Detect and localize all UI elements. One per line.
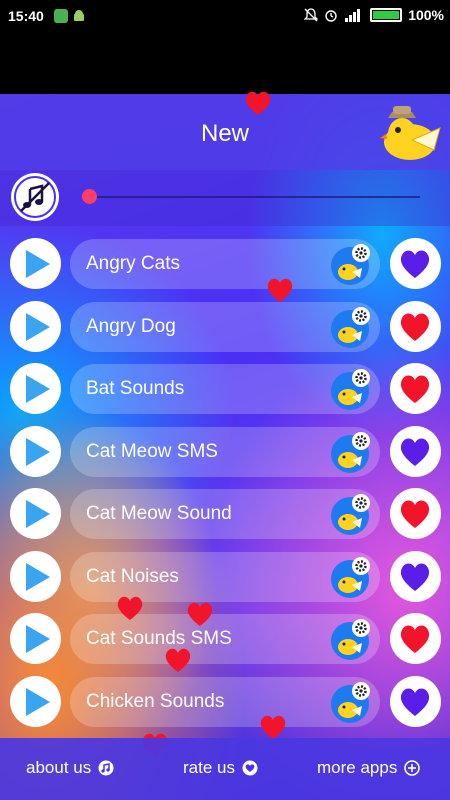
status-bar: 15:40 100%: [0, 0, 450, 32]
sound-row: Angry Dog: [0, 301, 450, 353]
play-button[interactable]: [10, 488, 61, 539]
sound-row: Cat Meow SMS: [0, 426, 450, 478]
sound-label: Angry Cats: [86, 253, 180, 274]
sound-row: Bat Sounds: [0, 363, 450, 415]
floating-heart-icon: [187, 602, 213, 626]
favorite-button[interactable]: [390, 551, 441, 602]
set-ringtone-icon[interactable]: [330, 242, 374, 286]
signal-icon: [345, 9, 361, 22]
sound-row: Cat Meow Sound: [0, 488, 450, 540]
sound-item[interactable]: Cat Meow SMS: [70, 427, 380, 477]
play-icon: [26, 438, 50, 466]
play-icon: [26, 625, 50, 653]
sound-label: Cat Noises: [86, 566, 179, 587]
plus-circle-icon: [404, 760, 421, 776]
sound-label: Cat Meow SMS: [86, 441, 218, 462]
seek-bar-track[interactable]: [90, 196, 420, 198]
sound-item[interactable]: Angry Cats: [70, 239, 380, 289]
sound-label: Angry Dog: [86, 316, 176, 337]
play-button[interactable]: [10, 426, 61, 477]
heart-icon: [400, 313, 430, 341]
battery-percent: 100%: [408, 7, 444, 23]
heart-icon: [400, 500, 430, 528]
battery-charging-icon: [370, 8, 403, 22]
sound-item[interactable]: Angry Dog: [70, 302, 380, 352]
more-apps-label: more apps: [317, 758, 398, 777]
about-us-button[interactable]: about us: [26, 758, 114, 778]
favorite-button[interactable]: [390, 426, 441, 477]
rate-us-button[interactable]: rate us: [183, 758, 258, 778]
footer-bar: about us rate us more apps: [0, 738, 450, 800]
more-apps-button[interactable]: more apps: [317, 758, 421, 778]
floating-heart-icon: [260, 715, 286, 739]
sound-label: Cat Sounds SMS: [86, 628, 232, 649]
set-ringtone-icon[interactable]: [330, 305, 374, 349]
sound-label: Bat Sounds: [86, 378, 185, 399]
heart-icon: [400, 438, 430, 466]
music-circle-icon: [98, 760, 114, 776]
music-note-off-icon: [14, 176, 56, 218]
gallery-app-icon: [54, 9, 68, 23]
play-icon: [26, 313, 50, 341]
heart-circle-icon: [242, 760, 258, 776]
play-icon: [26, 250, 50, 278]
play-icon: [26, 375, 50, 403]
set-ringtone-icon[interactable]: [330, 367, 374, 411]
heart-icon: [400, 250, 430, 278]
sound-item[interactable]: Bat Sounds: [70, 364, 380, 414]
bell-off-icon: [304, 8, 319, 22]
heart-icon: [400, 688, 430, 716]
set-ringtone-icon[interactable]: [330, 617, 374, 661]
rate-us-label: rate us: [183, 758, 235, 777]
music-toggle-button[interactable]: [11, 173, 59, 221]
about-us-label: about us: [26, 758, 92, 777]
floating-heart-icon: [165, 648, 191, 672]
floating-heart-icon: [267, 278, 293, 302]
set-ringtone-icon[interactable]: [330, 430, 374, 474]
play-icon: [26, 500, 50, 528]
heart-icon: [400, 375, 430, 403]
floating-heart-icon: [117, 596, 143, 620]
favorite-button[interactable]: [390, 238, 441, 289]
sound-row: Cat Noises: [0, 551, 450, 603]
top-black-band: [0, 32, 450, 94]
floating-heart-icon: [245, 91, 271, 115]
set-ringtone-icon[interactable]: [330, 680, 374, 724]
set-ringtone-icon[interactable]: [330, 492, 374, 536]
sound-row: Cat Sounds SMS: [0, 613, 450, 665]
sound-label: Chicken Sounds: [86, 691, 225, 712]
favorite-button[interactable]: [390, 301, 441, 352]
play-button[interactable]: [10, 551, 61, 602]
play-button[interactable]: [10, 238, 61, 289]
favorite-button[interactable]: [390, 488, 441, 539]
play-button[interactable]: [10, 363, 61, 414]
play-button[interactable]: [10, 613, 61, 664]
sound-label: Cat Meow Sound: [86, 503, 232, 524]
play-button[interactable]: [10, 301, 61, 352]
sound-row: Chicken Sounds: [0, 676, 450, 728]
set-ringtone-icon[interactable]: [330, 555, 374, 599]
sound-item[interactable]: Chicken Sounds: [70, 677, 380, 727]
favorite-button[interactable]: [390, 613, 441, 664]
play-icon: [26, 688, 50, 716]
seek-bar-thumb[interactable]: [82, 189, 97, 204]
favorite-button[interactable]: [390, 363, 441, 414]
player-bar: [0, 170, 450, 226]
status-time: 15:40: [8, 8, 44, 24]
yellow-bird-with-hat-icon[interactable]: [378, 98, 442, 164]
android-icon: [72, 9, 86, 23]
play-button[interactable]: [10, 676, 61, 727]
sound-row: Angry Cats: [0, 238, 450, 290]
play-icon: [26, 563, 50, 591]
alarm-icon: [325, 10, 337, 22]
heart-icon: [400, 563, 430, 591]
sound-item[interactable]: Cat Meow Sound: [70, 489, 380, 539]
favorite-button[interactable]: [390, 676, 441, 727]
heart-icon: [400, 625, 430, 653]
